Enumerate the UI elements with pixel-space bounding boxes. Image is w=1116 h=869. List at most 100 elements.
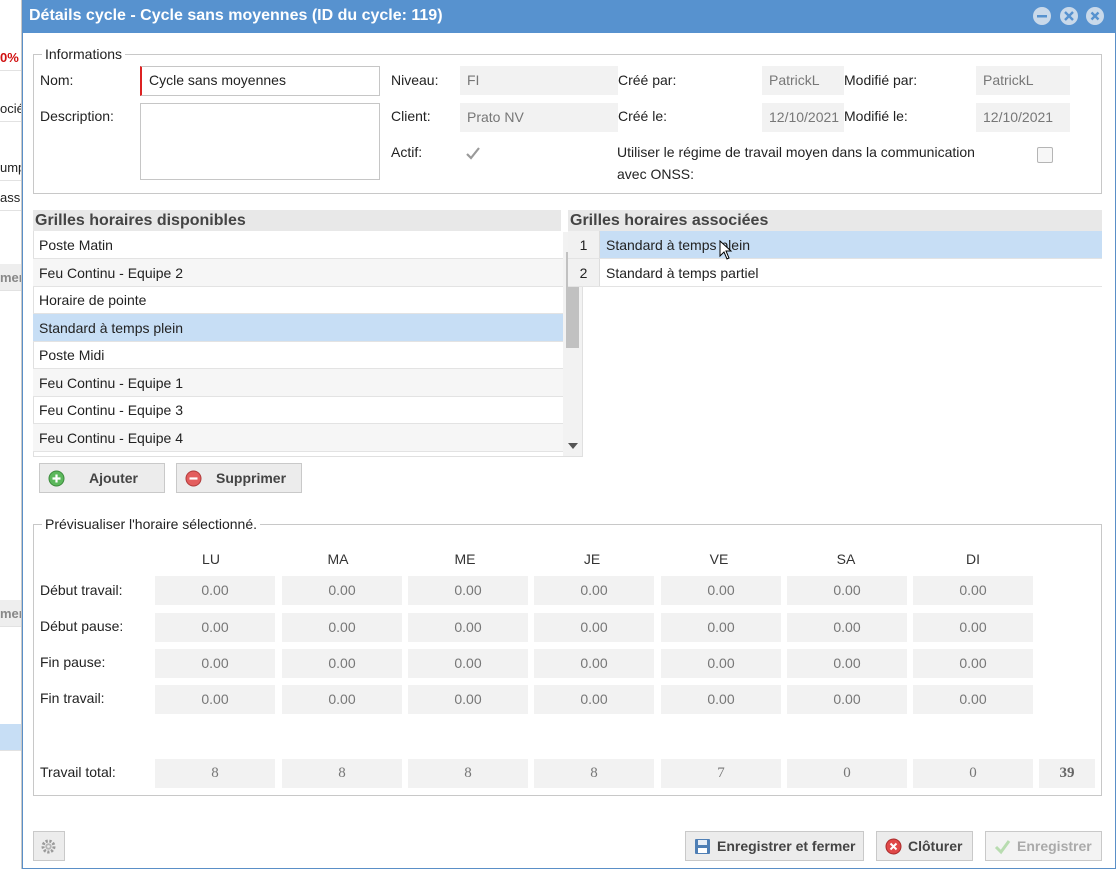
day-header: DI (966, 551, 980, 567)
nom-input[interactable]: Cycle sans moyennes (140, 66, 380, 96)
niveau-label: Niveau: (391, 72, 439, 88)
background-cell: 0% (0, 44, 21, 71)
time-cell: 0.00 (155, 613, 275, 642)
modifie-le-field: 12/10/2021 (976, 103, 1070, 132)
time-cell: 0.00 (787, 613, 907, 642)
time-cell: 0.00 (661, 576, 781, 605)
total-label: Travail total: (40, 764, 116, 780)
cancel-icon (885, 838, 902, 855)
background-cell: ump (0, 154, 21, 181)
close-icon[interactable] (1086, 7, 1104, 25)
grand-total-cell: 39 (1039, 759, 1095, 788)
day-header: JE (583, 551, 601, 567)
onss-label-line2: avec ONSS: (617, 166, 695, 182)
time-cell: 0.00 (282, 613, 402, 642)
add-button[interactable]: Ajouter (39, 463, 165, 493)
modifie-le-label: Modifié le: (844, 108, 908, 124)
list-item-selected[interactable]: Standard à temps plein (33, 314, 563, 342)
gear-icon (40, 838, 57, 855)
background-app: 0% ocié ump ass mer mer (0, 0, 22, 869)
modifie-par-field: PatrickL (976, 66, 1070, 95)
row-label: Fin travail: (40, 690, 105, 706)
available-grids-header: Grilles horaires disponibles (33, 210, 561, 231)
cree-par-field: PatrickL (762, 66, 844, 95)
time-cell: 0.00 (408, 613, 528, 642)
time-cell: 0.00 (534, 576, 654, 605)
checkmark-icon (466, 147, 480, 160)
time-cell: 0.00 (787, 576, 907, 605)
restore-icon[interactable] (1060, 7, 1078, 25)
client-label: Client: (391, 108, 431, 124)
save-label: Enregistrer (1017, 838, 1092, 854)
description-textarea[interactable] (140, 103, 380, 180)
time-cell: 0.00 (282, 685, 402, 714)
day-header: LU (202, 551, 220, 567)
time-cell: 0.00 (408, 576, 528, 605)
modifie-par-label: Modifié par: (844, 72, 918, 88)
time-cell: 0.00 (534, 685, 654, 714)
time-cell: 0.00 (155, 685, 275, 714)
time-cell: 0.00 (913, 613, 1033, 642)
row-label: Début pause: (40, 618, 124, 634)
time-cell: 0.00 (534, 649, 654, 678)
description-label: Description: (40, 108, 114, 124)
total-cell: 7 (661, 759, 781, 788)
add-button-label: Ajouter (89, 470, 138, 486)
checkmark-icon (994, 838, 1011, 855)
total-cell: 0 (913, 759, 1033, 788)
time-cell: 0.00 (282, 649, 402, 678)
time-cell: 0.00 (155, 576, 275, 605)
total-cell: 8 (282, 759, 402, 788)
window-title: Détails cycle - Cycle sans moyennes (ID … (29, 7, 443, 24)
onss-label-line1: Utiliser le régime de travail moyen dans… (617, 144, 975, 160)
list-item[interactable]: Poste Midi (33, 341, 563, 369)
day-header: ME (454, 551, 476, 567)
actif-label: Actif: (391, 144, 423, 160)
cree-le-label: Créé le: (618, 108, 668, 124)
onss-checkbox[interactable] (1037, 147, 1053, 163)
time-cell: 0.00 (408, 649, 528, 678)
row-number: 2 (568, 259, 600, 286)
cree-le-field: 12/10/2021 (762, 103, 844, 132)
floppy-disk-icon (694, 838, 711, 855)
settings-button[interactable] (33, 831, 65, 861)
time-cell: 0.00 (661, 685, 781, 714)
list-item[interactable]: Feu Continu - Equipe 4 (33, 424, 563, 452)
time-cell: 0.00 (913, 649, 1033, 678)
cycle-details-dialog: Détails cycle - Cycle sans moyennes (ID … (22, 0, 1116, 869)
save-and-close-button[interactable]: Enregistrer et fermer (685, 831, 864, 861)
list-item[interactable]: Poste Matin (33, 231, 563, 259)
total-cell: 0 (787, 759, 907, 788)
list-item[interactable]: Horaire de pointe (33, 286, 563, 314)
row-label: Début travail: (40, 582, 123, 598)
informations-legend: Informations (42, 46, 126, 62)
list-item[interactable]: Feu Continu - Equipe 3 (33, 396, 563, 424)
preview-legend: Prévisualiser l'horaire sélectionné. (42, 516, 260, 532)
background-cell: mer (0, 264, 21, 291)
associated-row-name: Standard à temps partiel (606, 265, 759, 281)
background-cell: ocié (0, 95, 21, 122)
associated-row[interactable]: 1 Standard à temps plein (568, 231, 1102, 259)
total-cell: 8 (408, 759, 528, 788)
actif-checkbox[interactable] (465, 146, 481, 162)
close-dialog-button[interactable]: Clôturer (876, 831, 973, 861)
associated-row[interactable]: 2 Standard à temps partiel (568, 259, 1102, 287)
associated-grids-header: Grilles horaires associées (568, 210, 1102, 231)
cree-par-label: Créé par: (618, 72, 677, 88)
time-cell: 0.00 (408, 685, 528, 714)
list-item[interactable]: Feu Continu - Equipe 1 (33, 369, 563, 397)
scroll-down-icon[interactable] (568, 443, 578, 449)
client-field: Prato NV (460, 103, 618, 132)
time-cell: 0.00 (913, 685, 1033, 714)
remove-button[interactable]: Supprimer (176, 463, 302, 493)
time-cell: 0.00 (534, 613, 654, 642)
minimize-icon[interactable] (1033, 7, 1051, 25)
day-header: VE (709, 551, 729, 567)
row-number: 1 (568, 231, 600, 258)
time-cell: 0.00 (155, 649, 275, 678)
background-cell: mer (0, 600, 21, 627)
save-button[interactable]: Enregistrer (985, 831, 1102, 861)
add-icon (48, 470, 65, 487)
close-dialog-label: Clôturer (908, 838, 963, 854)
list-item[interactable]: Feu Continu - Equipe 2 (33, 259, 563, 287)
